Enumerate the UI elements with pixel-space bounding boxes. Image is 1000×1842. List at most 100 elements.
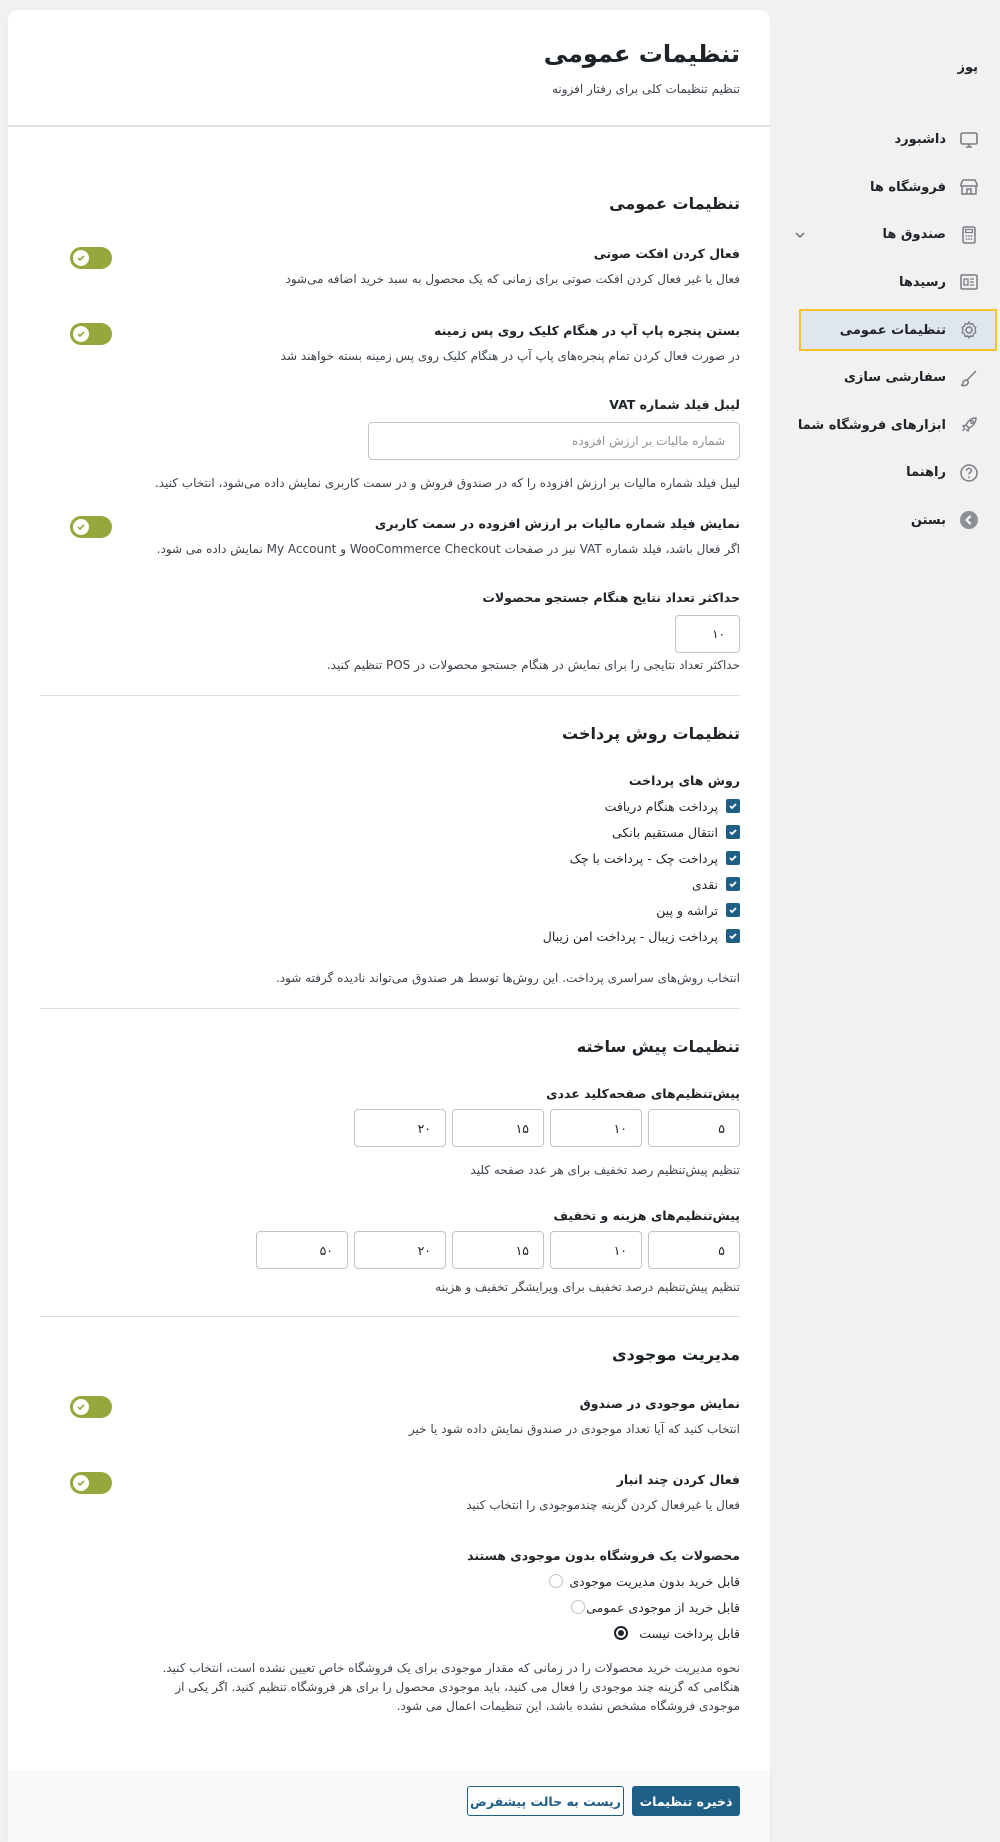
fee-preset-input[interactable]: ۵ (648, 1231, 740, 1269)
section-divider (40, 695, 740, 696)
keypad-presets: ۵ ۱۰ ۱۵ ۲۰ (354, 1109, 740, 1147)
sidebar-item-store-tools[interactable]: ابزارهای فروشگاه شما (785, 402, 1000, 450)
max-results-label: حداکثر تعداد نتایج هنگام جستجو محصولات (482, 590, 740, 605)
check-icon (73, 1399, 89, 1415)
payment-method-label: تراشه و پین (656, 902, 718, 918)
payment-method-label: نقدی (691, 876, 718, 892)
fee-preset-input[interactable]: ۵۰ (256, 1231, 348, 1269)
sound-effect-label: فعال کردن افکت صوتی (593, 246, 740, 261)
radio-label: قابل پرداخت نیست (639, 1625, 740, 1641)
monitor-icon (958, 129, 980, 151)
gear-icon (958, 319, 980, 341)
checkbox-checked-icon[interactable] (726, 877, 740, 891)
radio-button-selected[interactable] (614, 1626, 628, 1640)
vat-label-desc: لیبل فیلد شماره مالیات بر ارزش افزوده را… (154, 476, 740, 490)
payment-method-cheque[interactable]: پرداخت چک - پرداخت با چک (570, 848, 740, 868)
checkbox-checked-icon[interactable] (726, 825, 740, 839)
payment-method-cod[interactable]: پرداخت هنگام دریافت (605, 796, 740, 816)
payment-method-label: پرداخت چک - پرداخت با چک (569, 850, 718, 866)
payment-methods-label: روش های پرداخت (628, 773, 740, 788)
keypad-presets-desc: تنظیم پیش‌تنظیم رصد تخفیف برای هر عدد صف… (470, 1163, 740, 1177)
brush-icon (958, 367, 980, 389)
keypad-preset-input[interactable]: ۵ (648, 1109, 740, 1147)
fee-presets: ۵ ۱۰ ۱۵ ۲۰ ۵۰ (256, 1231, 740, 1269)
reset-defaults-button[interactable]: ریست به حالت پیشفرض (467, 1786, 624, 1816)
calculator-icon (958, 224, 980, 246)
page-subtitle: تنظیم تنظیمات کلی برای رفتار افزونه (551, 82, 740, 96)
out-of-stock-option[interactable]: قابل خرید از موجودی عمومی (586, 1597, 740, 1617)
show-stock-desc: انتخاب کنید که آیا تعداد موجودی در صندوق… (408, 1422, 740, 1436)
payment-method-cash[interactable]: نقدی (692, 874, 740, 894)
section-divider (40, 1316, 740, 1317)
radio-label: قابل خرید بدون مدیریت موجودی (569, 1573, 740, 1589)
vat-label-input[interactable] (368, 422, 740, 460)
radio-button[interactable] (571, 1600, 585, 1614)
sidebar-subtitle: پوز (957, 60, 978, 75)
section-title: مدیریت موجودی (612, 1345, 740, 1364)
sidebar-item-dashboard[interactable]: داشبورد (785, 116, 1000, 164)
payment-method-zibal[interactable]: پرداخت زیبال - پرداخت امن زیبال (543, 926, 740, 946)
keypad-presets-label: پیش‌تنظیم‌های صفحه‌کلید عددی (546, 1086, 740, 1101)
sidebar-item-general-settings[interactable]: تنظیمات عمومی (799, 309, 997, 351)
out-of-stock-label: محصولات یک فروشگاه بدون موجودی هستند (467, 1548, 740, 1563)
fee-preset-input[interactable]: ۲۰ (354, 1231, 446, 1269)
help-icon (958, 462, 980, 484)
sound-effect-toggle[interactable] (70, 247, 112, 269)
section-divider (40, 1008, 740, 1009)
radio-button[interactable] (549, 1574, 563, 1588)
fee-preset-input[interactable]: ۱۵ (452, 1231, 544, 1269)
page-title: تنظیمات عمومی (543, 40, 740, 68)
show-stock-label: نمایش موجودی در صندوق (579, 1396, 740, 1411)
vat-show-toggle[interactable] (70, 516, 112, 538)
checkbox-checked-icon[interactable] (726, 929, 740, 943)
payment-method-bank[interactable]: انتقال مستقیم بانکی (612, 822, 740, 842)
footer-bar: ذخیره تنظیمات ریست به حالت پیشفرض (8, 1770, 770, 1842)
out-of-stock-option[interactable]: قابل خرید بدون مدیریت موجودی (569, 1571, 740, 1591)
sidebar-item-label: تنظیمات عمومی (839, 322, 946, 338)
checkbox-checked-icon[interactable] (726, 903, 740, 917)
sidebar-item-label: راهنما (906, 465, 946, 481)
show-stock-toggle[interactable] (70, 1396, 112, 1418)
max-results-desc: حداکثر تعداد نتایجی را برای نمایش در هنگ… (326, 658, 740, 672)
receipt-icon (958, 271, 980, 293)
yith-logo: yith (835, 8, 970, 52)
settings-card: تنظیمات عمومی تنظیم تنظیمات کلی برای رفت… (8, 10, 770, 1842)
logo-text: yith (898, 11, 900, 46)
sidebar-item-help[interactable]: راهنما (785, 449, 1000, 497)
check-icon (73, 326, 89, 342)
page-header: تنظیمات عمومی تنظیم تنظیمات کلی برای رفت… (8, 10, 770, 127)
fee-preset-input[interactable]: ۱۰ (550, 1231, 642, 1269)
vat-show-label: نمایش فیلد شماره مالیات بر ارزش افزوده د… (374, 516, 740, 531)
yith-logo-icon: yith (835, 11, 901, 46)
popup-close-toggle[interactable] (70, 323, 112, 345)
sidebar-item-receipts[interactable]: رسیدها (785, 259, 1000, 307)
radio-label: قابل خرید از موجودی عمومی (586, 1599, 740, 1615)
rocket-icon (958, 414, 980, 436)
sidebar-item-label: صندوق ها (882, 227, 946, 243)
multi-stock-label: فعال کردن چند انبار (616, 1472, 740, 1487)
desc-line: هنگامی که گزینه چند موجودی را فعال می کن… (175, 1680, 740, 1694)
desc-line: موجودی فروشگاه مشخص نشده باشد، این تنظیم… (396, 1699, 740, 1713)
keypad-preset-input[interactable]: ۲۰ (354, 1109, 446, 1147)
payment-method-chip-pin[interactable]: تراشه و پین (656, 900, 740, 920)
multi-stock-toggle[interactable] (70, 1472, 112, 1494)
keypad-preset-input[interactable]: ۱۰ (550, 1109, 642, 1147)
sidebar-item-label: بستن (910, 512, 946, 528)
checkbox-checked-icon[interactable] (726, 799, 740, 813)
checkbox-checked-icon[interactable] (726, 851, 740, 865)
popup-close-label: بستن پنجره پاپ آپ در هنگام کلیک روی پس ز… (434, 323, 740, 338)
sidebar-item-customization[interactable]: سفارشی سازی (785, 354, 1000, 402)
chevron-down-icon[interactable] (785, 211, 807, 259)
out-of-stock-option[interactable]: قابل پرداخت نیست (639, 1623, 740, 1643)
sidebar-item-stores[interactable]: فروشگاه ها (785, 164, 1000, 212)
sidebar-item-registers[interactable]: صندوق ها (785, 211, 1000, 259)
sidebar-item-close[interactable]: بستن (785, 497, 1000, 545)
sidebar-item-label: فروشگاه ها (869, 179, 946, 195)
save-button[interactable]: ذخیره تنظیمات (632, 1786, 740, 1816)
max-results-input[interactable] (675, 615, 740, 653)
payment-methods-desc: انتخاب روش‌های سراسری پرداخت. این روش‌ها… (275, 971, 740, 985)
check-icon (73, 1475, 89, 1491)
sidebar-item-label: سفارشی سازی (843, 370, 946, 386)
sound-effect-desc: فعال یا غیر فعال کردن افکت صوتی برای زما… (285, 272, 740, 286)
keypad-preset-input[interactable]: ۱۵ (452, 1109, 544, 1147)
